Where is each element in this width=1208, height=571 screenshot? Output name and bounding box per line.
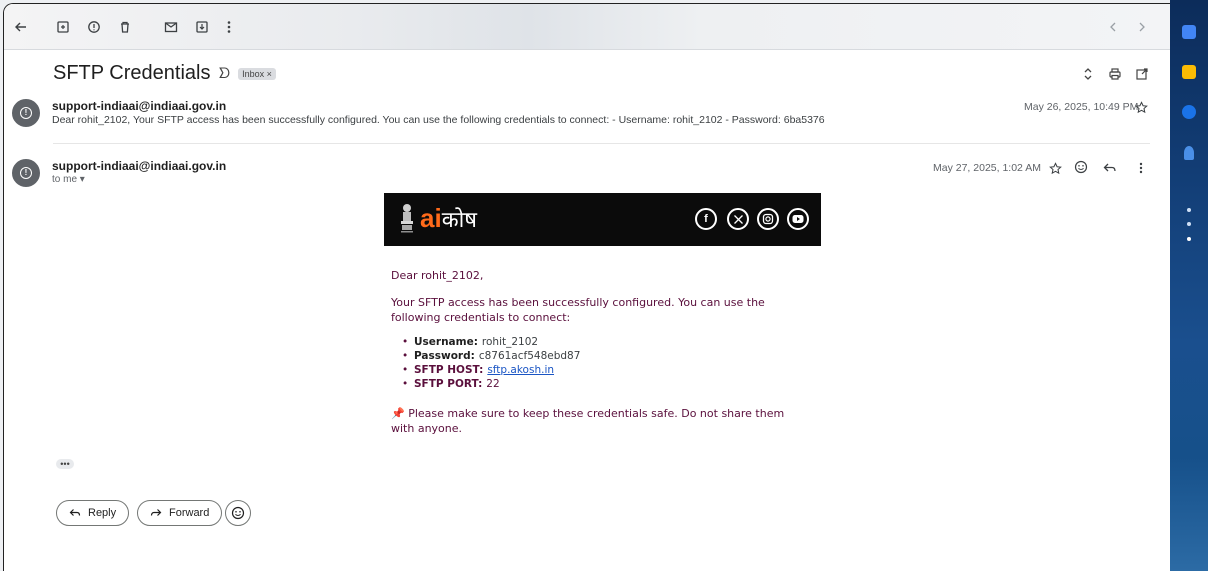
sftp-host-link[interactable]: sftp.akosh.in xyxy=(487,363,554,377)
show-trimmed-content-button[interactable]: ••• xyxy=(56,459,74,469)
national-emblem-icon xyxy=(401,204,413,233)
more-vert-icon[interactable] xyxy=(1133,160,1149,176)
emoji-react-icon[interactable] xyxy=(1073,159,1089,175)
back-arrow-icon[interactable] xyxy=(12,18,30,36)
list-item: • Password: c8761acf548ebd87 xyxy=(402,350,581,362)
message-toolbar xyxy=(4,4,1170,50)
star-icon[interactable] xyxy=(1047,160,1063,176)
prev-icon[interactable] xyxy=(1104,18,1122,36)
tasks-icon[interactable] xyxy=(1182,105,1196,119)
forward-button[interactable]: Forward xyxy=(137,500,223,526)
delete-icon[interactable] xyxy=(116,18,134,36)
expand-all-icon[interactable] xyxy=(1079,65,1097,83)
list-item: • Username: rohit_2102 xyxy=(402,336,539,348)
sender-email[interactable]: support-indiaai@indiaai.gov.in xyxy=(52,99,226,113)
contacts-icon[interactable] xyxy=(1184,146,1194,160)
reply-icon xyxy=(69,509,81,516)
next-icon[interactable] xyxy=(1133,18,1151,36)
open-new-window-icon[interactable] xyxy=(1133,65,1151,83)
pin-icon: 📌 xyxy=(391,407,405,420)
forward-icon xyxy=(150,509,162,516)
rail-dot xyxy=(1187,208,1191,212)
message-date: May 26, 2025, 10:49 PM xyxy=(1024,101,1139,113)
forward-label: Forward xyxy=(169,507,210,519)
reply-icon[interactable] xyxy=(1102,160,1118,176)
message-date: May 27, 2025, 1:02 AM xyxy=(933,162,1041,174)
important-marker-icon[interactable]: ᗤ xyxy=(218,66,230,82)
calendar-icon[interactable] xyxy=(1182,25,1196,39)
mark-unread-icon[interactable] xyxy=(162,18,180,36)
print-icon[interactable] xyxy=(1106,65,1124,83)
reply-button[interactable]: Reply xyxy=(56,500,130,526)
email-intro: Your SFTP access has been successfully c… xyxy=(391,296,765,324)
avatar: ! xyxy=(12,159,40,187)
brand-logo: aiकोष xyxy=(420,203,477,233)
sender-email[interactable]: support-indiaai@indiaai.gov.in xyxy=(52,159,226,173)
list-item: • SFTP PORT: 22 xyxy=(402,378,500,390)
email-view: SFTP Credentials ᗤ Inbox × ! support-ind… xyxy=(3,3,1170,571)
divider xyxy=(53,143,1150,144)
email-greeting: Dear rohit_2102, xyxy=(391,269,484,282)
rail-dot xyxy=(1187,222,1191,226)
x-twitter-icon[interactable] xyxy=(727,208,749,230)
more-vert-icon[interactable] xyxy=(220,18,238,36)
avatar: ! xyxy=(12,99,40,127)
archive-icon[interactable] xyxy=(54,18,72,36)
star-icon[interactable] xyxy=(1133,99,1149,115)
report-spam-icon[interactable] xyxy=(85,18,103,36)
emoji-react-button[interactable] xyxy=(225,500,251,526)
reply-label: Reply xyxy=(88,507,117,519)
security-warning: 📌 Please make sure to keep these credent… xyxy=(391,407,785,435)
list-item: • SFTP HOST: sftp.akosh.in xyxy=(402,363,555,377)
message-snippet[interactable]: Dear rohit_2102, Your SFTP access has be… xyxy=(52,114,825,126)
emoji-icon xyxy=(231,506,245,520)
facebook-icon[interactable]: f xyxy=(695,208,717,230)
youtube-icon[interactable] xyxy=(787,208,809,230)
page-title: SFTP Credentials xyxy=(53,62,211,84)
rail-dot xyxy=(1187,237,1191,241)
side-panel-rail xyxy=(1170,0,1208,571)
subject-line: SFTP Credentials ᗤ Inbox × xyxy=(53,62,276,85)
recipient-details-toggle[interactable]: to me ▾ xyxy=(52,174,85,185)
move-to-icon[interactable] xyxy=(193,18,211,36)
credentials-list: • Username: rohit_2102 • Password: c8761… xyxy=(402,335,580,391)
instagram-icon[interactable] xyxy=(757,208,779,230)
inbox-label[interactable]: Inbox × xyxy=(238,67,276,80)
email-banner: aiकोष f xyxy=(384,193,821,246)
keep-icon[interactable] xyxy=(1182,65,1196,79)
